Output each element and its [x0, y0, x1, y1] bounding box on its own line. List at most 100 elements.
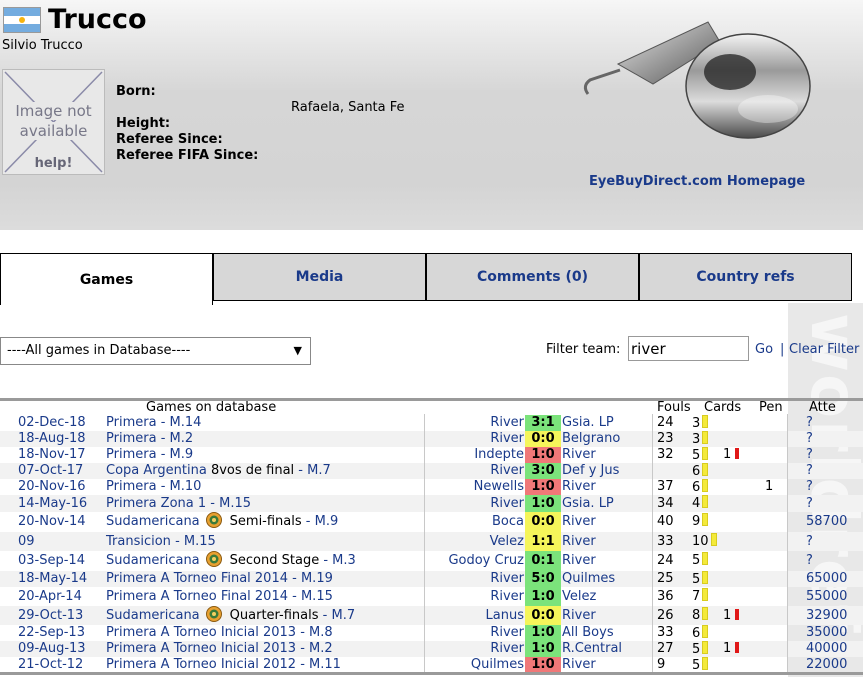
- score-badge[interactable]: 1:0: [525, 447, 561, 463]
- tab-comments[interactable]: Comments (0): [426, 253, 639, 301]
- competition-link[interactable]: Sudamericana: [106, 608, 200, 623]
- home-team-link[interactable]: Indepte: [425, 447, 524, 463]
- attendance-link[interactable]: 32900: [806, 606, 847, 625]
- score-badge[interactable]: 3:1: [525, 415, 561, 431]
- photo-placeholder[interactable]: Image not available help!: [2, 69, 105, 175]
- away-team-link[interactable]: River: [562, 657, 596, 672]
- filter-team-input[interactable]: [628, 336, 749, 361]
- competition-link[interactable]: Sudamericana: [106, 514, 200, 529]
- score-badge[interactable]: 0:0: [525, 431, 561, 447]
- competition-link[interactable]: Primera: [106, 415, 157, 430]
- home-team-link[interactable]: Newells: [425, 479, 524, 495]
- attendance-link[interactable]: 55000: [806, 587, 847, 606]
- competition-link[interactable]: Primera: [106, 431, 157, 446]
- match-date-link[interactable]: 21-Oct-12: [18, 657, 83, 672]
- score-badge[interactable]: 3:0: [525, 463, 561, 479]
- matchday-link[interactable]: M.15: [184, 534, 216, 549]
- attendance-link[interactable]: 22000: [806, 657, 847, 672]
- score-badge[interactable]: 1:0: [525, 641, 561, 657]
- home-team-link[interactable]: Velez: [425, 532, 524, 551]
- matchday-link[interactable]: M.3: [332, 553, 356, 568]
- match-date-link[interactable]: 09-Aug-13: [18, 641, 86, 657]
- attendance-link[interactable]: ?: [806, 551, 813, 571]
- competition-link[interactable]: Primera A Torneo Inicial 2013: [106, 641, 296, 656]
- clear-filter-link[interactable]: Clear Filter: [789, 342, 859, 357]
- score-badge[interactable]: 1:0: [525, 657, 561, 672]
- score-badge[interactable]: 1:0: [525, 587, 561, 606]
- score-badge[interactable]: 1:0: [525, 625, 561, 641]
- competition-link[interactable]: Primera: [106, 447, 157, 462]
- away-team-link[interactable]: R.Central: [562, 641, 622, 657]
- home-team-link[interactable]: River: [425, 463, 524, 479]
- away-team-link[interactable]: River: [562, 479, 596, 495]
- away-team-link[interactable]: River: [562, 512, 596, 532]
- matchday-link[interactable]: M.7: [332, 608, 356, 623]
- attendance-link[interactable]: ?: [806, 532, 813, 551]
- match-date-link[interactable]: 20-Nov-16: [18, 479, 86, 495]
- competition-link[interactable]: Primera A Torneo Inicial 2012: [106, 657, 296, 672]
- competition-link[interactable]: Primera A Torneo Final 2014: [106, 589, 288, 604]
- match-date-link[interactable]: 02-Dec-18: [18, 415, 86, 431]
- away-team-link[interactable]: River: [562, 447, 596, 463]
- match-date-link[interactable]: 18-May-14: [18, 571, 87, 587]
- matchday-link[interactable]: M.11: [309, 657, 341, 672]
- matchday-link[interactable]: M.10: [170, 479, 202, 494]
- score-badge[interactable]: 5:0: [525, 571, 561, 587]
- match-date-link[interactable]: 18-Aug-18: [18, 431, 86, 447]
- away-team-link[interactable]: Quilmes: [562, 571, 615, 587]
- matchday-link[interactable]: M.14: [170, 415, 202, 430]
- match-date-link[interactable]: 14-May-16: [18, 495, 87, 512]
- competition-link[interactable]: Primera Zona 1: [106, 496, 206, 511]
- competition-link[interactable]: Primera A Torneo Final 2014: [106, 571, 288, 586]
- whistle-icon[interactable]: [578, 14, 818, 154]
- home-team-link[interactable]: River: [425, 587, 524, 606]
- matchday-link[interactable]: M.15: [219, 496, 251, 511]
- away-team-link[interactable]: Def y Jus: [562, 463, 619, 479]
- away-team-link[interactable]: Gsia. LP: [562, 495, 614, 512]
- home-team-link[interactable]: River: [425, 431, 524, 447]
- score-badge[interactable]: 1:1: [525, 532, 561, 551]
- match-date-link[interactable]: 07-Oct-17: [18, 463, 83, 479]
- attendance-link[interactable]: ?: [806, 431, 813, 447]
- away-team-link[interactable]: Velez: [562, 587, 596, 606]
- match-date-link[interactable]: 22-Sep-13: [18, 625, 85, 641]
- matchday-link[interactable]: M.9: [170, 447, 194, 462]
- home-team-link[interactable]: River: [425, 415, 524, 431]
- tab-media[interactable]: Media: [213, 253, 426, 301]
- home-team-link[interactable]: Lanus: [425, 606, 524, 625]
- home-team-link[interactable]: Quilmes: [425, 657, 524, 672]
- away-team-link[interactable]: Belgrano: [562, 431, 620, 447]
- attendance-link[interactable]: 35000: [806, 625, 847, 641]
- matchday-link[interactable]: M.7: [307, 463, 331, 478]
- away-team-link[interactable]: River: [562, 606, 596, 625]
- score-badge[interactable]: 0:1: [525, 551, 561, 571]
- away-team-link[interactable]: River: [562, 551, 596, 571]
- games-filter-select[interactable]: ----All games in Database---- ▼: [0, 337, 311, 365]
- away-team-link[interactable]: All Boys: [562, 625, 614, 641]
- home-team-link[interactable]: River: [425, 495, 524, 512]
- home-team-link[interactable]: Boca: [425, 512, 524, 532]
- competition-link[interactable]: Copa Argentina: [106, 463, 207, 478]
- competition-link[interactable]: Primera A Torneo Inicial 2013: [106, 625, 296, 640]
- match-date-link[interactable]: 29-Oct-13: [18, 606, 83, 625]
- attendance-link[interactable]: ?: [806, 415, 813, 431]
- tab-country-refs[interactable]: Country refs: [639, 253, 852, 301]
- attendance-link[interactable]: 65000: [806, 571, 847, 587]
- attendance-link[interactable]: ?: [806, 447, 813, 463]
- score-badge[interactable]: 1:0: [525, 479, 561, 495]
- score-badge[interactable]: 0:0: [525, 606, 561, 625]
- home-team-link[interactable]: River: [425, 625, 524, 641]
- matchday-link[interactable]: M.2: [309, 641, 333, 656]
- matchday-link[interactable]: M.15: [301, 589, 333, 604]
- match-date-link[interactable]: 18-Nov-17: [18, 447, 86, 463]
- photo-help-link[interactable]: help!: [3, 156, 104, 171]
- home-team-link[interactable]: River: [425, 641, 524, 657]
- attendance-link[interactable]: ?: [806, 495, 813, 512]
- match-date-link[interactable]: 03-Sep-14: [18, 551, 85, 571]
- home-team-link[interactable]: Godoy Cruz: [425, 551, 524, 571]
- attendance-link[interactable]: ?: [806, 463, 813, 479]
- score-badge[interactable]: 1:0: [525, 495, 561, 512]
- go-link[interactable]: Go: [755, 342, 773, 357]
- attendance-link[interactable]: 58700: [806, 512, 847, 532]
- away-team-link[interactable]: Gsia. LP: [562, 415, 614, 431]
